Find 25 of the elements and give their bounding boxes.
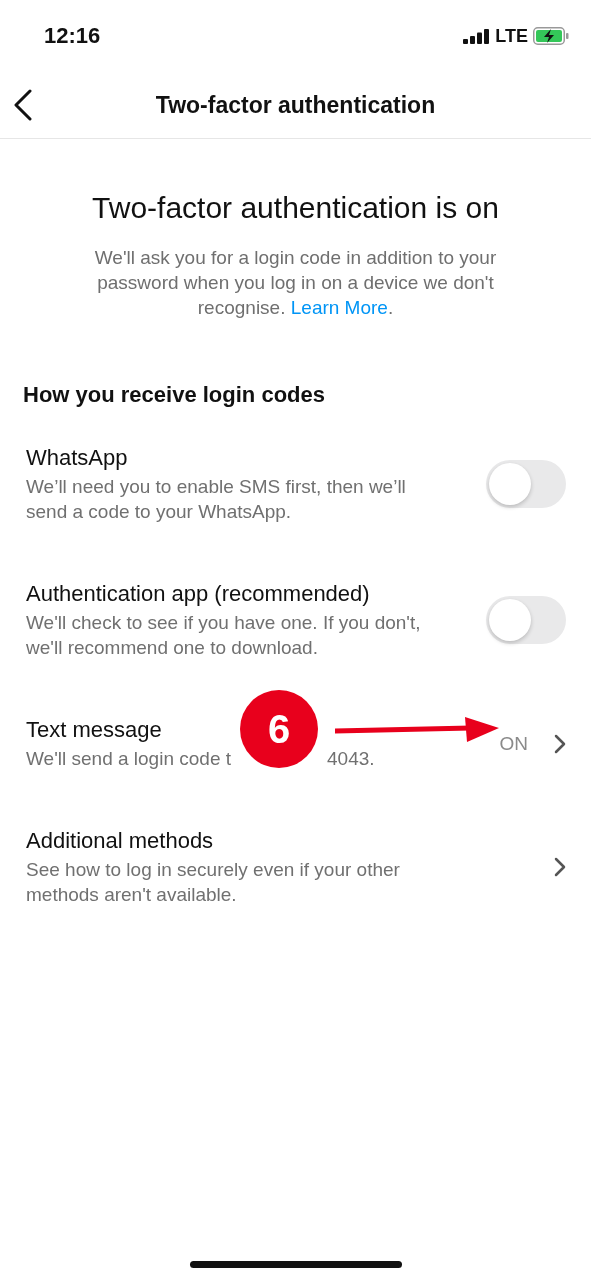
method-description: 4043. — [327, 747, 375, 771]
status-time: 12:16 — [44, 23, 101, 49]
network-label: LTE — [495, 25, 528, 47]
toggle-switch[interactable] — [486, 460, 566, 508]
status-heading: Two-factor authentication is on — [91, 191, 500, 225]
learn-more-link[interactable]: Learn More — [290, 297, 388, 318]
method-title: Text message — [26, 716, 162, 744]
back-button[interactable] — [13, 89, 33, 121]
toggle-switch[interactable] — [486, 596, 566, 644]
chevron-icon[interactable] — [554, 733, 566, 754]
page-title: Two-factor authentication — [155, 91, 436, 119]
step-badge: 6 — [240, 690, 318, 768]
section-heading: How you receive login codes — [23, 382, 326, 408]
method-description: We'll check to see if you have one. If you don't, we'll recommend one to download. — [26, 611, 422, 660]
method-title: Additional methods — [26, 827, 214, 855]
method-title: WhatsApp — [26, 444, 128, 472]
method-description: See how to log in securely even if your other methods aren't available. — [26, 858, 401, 907]
method-description: We'll send a login code t — [26, 747, 231, 771]
signal-icon — [463, 28, 491, 44]
method-description: We’ll need you to enable SMS first, then we’ll send a code to your WhatsApp. — [26, 475, 407, 524]
status-value: ON — [499, 732, 528, 755]
description-text: We'll ask you for a login code in addition to your password when you log in on a device we don't recognise. Learn More. — [93, 246, 498, 320]
battery-icon — [533, 27, 569, 45]
method-title: Authentication app (recommended) — [26, 580, 370, 608]
chevron-icon[interactable] — [554, 857, 566, 877]
